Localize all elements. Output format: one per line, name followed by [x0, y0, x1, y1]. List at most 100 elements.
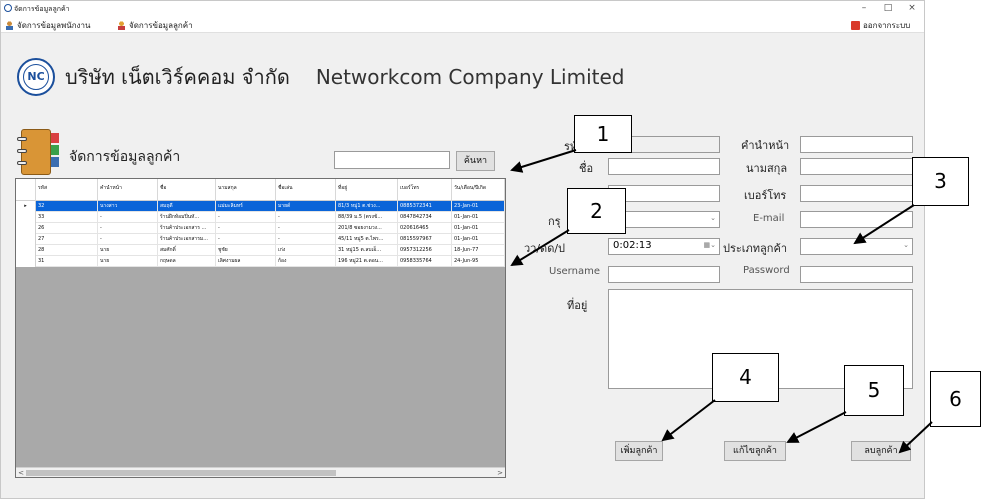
table-cell[interactable]: -: [276, 212, 336, 223]
title-bar: จัดการข้อมูลลูกค้า – □ ×: [1, 1, 924, 15]
prefix-label: คำนำหน้า: [741, 139, 790, 152]
table-cell[interactable]: 01-Jan-01: [452, 223, 505, 234]
table-cell[interactable]: มายด์: [276, 201, 336, 212]
menu-item-customer[interactable]: จัดการข้อมูลลูกค้า: [117, 19, 193, 32]
table-cell[interactable]: -: [98, 212, 158, 223]
table-cell[interactable]: 27: [36, 234, 98, 245]
table-cell[interactable]: 31 หมู่15 ต.ลบเอ็...: [336, 245, 398, 256]
table-cell[interactable]: 31: [36, 256, 98, 267]
scroll-thumb[interactable]: [26, 470, 336, 476]
password-label: Password: [743, 265, 790, 276]
table-cell[interactable]: 01-Jan-01: [452, 234, 505, 245]
birthdate-picker[interactable]: 0:02:13 ▦⌄: [608, 238, 720, 255]
surname-field[interactable]: [800, 158, 913, 175]
table-cell[interactable]: เลิศงามผล: [216, 256, 276, 267]
table-cell[interactable]: -: [98, 234, 158, 245]
scroll-left-icon[interactable]: <: [16, 468, 26, 477]
table-cell[interactable]: -: [216, 234, 276, 245]
table-cell[interactable]: 01-Jan-01: [452, 212, 505, 223]
table-cell[interactable]: 0958335764: [398, 256, 452, 267]
table-cell[interactable]: สมฤดี: [158, 201, 216, 212]
column-header[interactable]: ที่อยู่: [336, 179, 398, 201]
close-button[interactable]: ×: [905, 2, 919, 14]
table-cell[interactable]: 23-Jan-01: [452, 201, 505, 212]
table-cell[interactable]: สมศักดิ์: [158, 245, 216, 256]
password-field[interactable]: [800, 266, 913, 283]
prefix-field[interactable]: [800, 136, 913, 153]
address-label: ที่อยู่: [567, 299, 588, 312]
table-cell[interactable]: ร้านค้าประเอกสาร ...: [158, 223, 216, 234]
column-header[interactable]: คำนำหน้า: [98, 179, 158, 201]
calendar-dropdown-icon[interactable]: ▦⌄: [704, 241, 716, 249]
table-cell[interactable]: 32: [36, 201, 98, 212]
add-customer-button[interactable]: เพิ่มลูกค้า: [615, 441, 663, 461]
menu-item-employee[interactable]: จัดการข้อมูลพนักงาน: [5, 19, 90, 32]
table-cell[interactable]: -: [276, 223, 336, 234]
table-row[interactable]: 26- ร้านค้าประเอกสาร ... - -201/8 ซอยงามวง.…: [16, 223, 505, 234]
table-cell[interactable]: ก้อง: [276, 256, 336, 267]
column-header[interactable]: นามสกุล: [216, 179, 276, 201]
phone-field[interactable]: [800, 185, 913, 202]
table-cell[interactable]: ร้านค้าประเอกสารม...: [158, 234, 216, 245]
table-cell[interactable]: -: [276, 234, 336, 245]
horizontal-scrollbar[interactable]: < >: [16, 467, 505, 477]
row-header[interactable]: [16, 234, 36, 245]
row-header[interactable]: [16, 212, 36, 223]
table-cell[interactable]: แม่มะลิมหร์: [216, 201, 276, 212]
table-cell[interactable]: 0957312256: [398, 245, 452, 256]
table-cell[interactable]: 28: [36, 245, 98, 256]
column-header[interactable]: ชื่อ: [158, 179, 216, 201]
current-row-marker[interactable]: ▸: [16, 201, 36, 212]
table-cell[interactable]: กฤษดล: [158, 256, 216, 267]
table-cell[interactable]: 18-Jun-77: [452, 245, 505, 256]
maximize-button[interactable]: □: [881, 2, 895, 14]
table-row[interactable]: 28 นาย สมศักดิ์ ชูชัย เก่ง 31 หมู่15 ต.ลบเอ็.…: [16, 245, 505, 256]
name-field[interactable]: [608, 158, 720, 175]
table-cell[interactable]: 81/3 หมู่1 ต.ช่วง...: [336, 201, 398, 212]
table-cell[interactable]: 33: [36, 212, 98, 223]
table-cell[interactable]: นางสาว: [98, 201, 158, 212]
row-header[interactable]: [16, 256, 36, 267]
table-row[interactable]: 31 นาย กฤษดล เลิศงามผล ก้อง 196 หมู่21 ต.ดอน.…: [16, 256, 505, 267]
row-header[interactable]: [16, 223, 36, 234]
table-cell[interactable]: 45/11 หมู่5 ต.ไพร...: [336, 234, 398, 245]
username-field[interactable]: [608, 266, 720, 283]
table-row[interactable]: 33- ร้านฝึกท้อมปิ่นหั... - -88/39 ม.5 (ตรงข…: [16, 212, 505, 223]
customer-type-combobox[interactable]: ⌄: [800, 238, 913, 255]
column-header[interactable]: รหัส: [36, 179, 98, 201]
delete-customer-button[interactable]: ลบลูกค้า: [851, 441, 911, 461]
table-cell[interactable]: ร้านฝึกท้อมปิ่นหั...: [158, 212, 216, 223]
table-cell[interactable]: 0885372341: [398, 201, 452, 212]
email-field[interactable]: [800, 211, 913, 228]
table-cell[interactable]: 201/8 ซอยงามวง...: [336, 223, 398, 234]
table-cell[interactable]: 020616465: [398, 223, 452, 234]
row-header[interactable]: [16, 245, 36, 256]
logout-menu-item[interactable]: ออกจากระบบ: [851, 19, 910, 32]
table-cell[interactable]: นาย: [98, 245, 158, 256]
minimize-button[interactable]: –: [857, 2, 871, 14]
column-header[interactable]: ชื่อเล่น: [276, 179, 336, 201]
table-cell[interactable]: 26: [36, 223, 98, 234]
table-cell[interactable]: -: [216, 223, 276, 234]
table-cell[interactable]: นาย: [98, 256, 158, 267]
grid-header: รหัส คำนำหน้า ชื่อ นามสกุล ชื่อเล่น ที่อ…: [16, 179, 505, 201]
table-cell[interactable]: เก่ง: [276, 245, 336, 256]
edit-customer-button[interactable]: แก้ไขลูกค้า: [724, 441, 786, 461]
table-row[interactable]: 27- ร้านค้าประเอกสารม... - -45/11 หมู่5 ต.ไ…: [16, 234, 505, 245]
table-cell[interactable]: ชูชัย: [216, 245, 276, 256]
column-header[interactable]: เบอร์โทร: [398, 179, 452, 201]
table-cell[interactable]: -: [98, 223, 158, 234]
table-cell[interactable]: 0815597967: [398, 234, 452, 245]
column-header[interactable]: วัน/เดือน/ปีเกิด: [452, 179, 505, 201]
customer-grid[interactable]: รหัส คำนำหน้า ชื่อ นามสกุล ชื่อเล่น ที่อ…: [15, 178, 506, 478]
scroll-right-icon[interactable]: >: [495, 468, 505, 477]
company-name-th: บริษัท เน็ตเวิร์คคอม จำกัด: [65, 65, 290, 89]
table-cell[interactable]: -: [216, 212, 276, 223]
table-row[interactable]: ▸ 32 นางสาว สมฤดี แม่มะลิมหร์ มายด์ 81/3 หมู่1…: [16, 201, 505, 212]
table-cell[interactable]: 24-Jun-95: [452, 256, 505, 267]
search-input[interactable]: [334, 151, 450, 169]
table-cell[interactable]: 0847842734: [398, 212, 452, 223]
search-button[interactable]: ค้นหา: [456, 151, 495, 171]
table-cell[interactable]: 196 หมู่21 ต.ดอน...: [336, 256, 398, 267]
table-cell[interactable]: 88/39 ม.5 (ตรงข้...: [336, 212, 398, 223]
